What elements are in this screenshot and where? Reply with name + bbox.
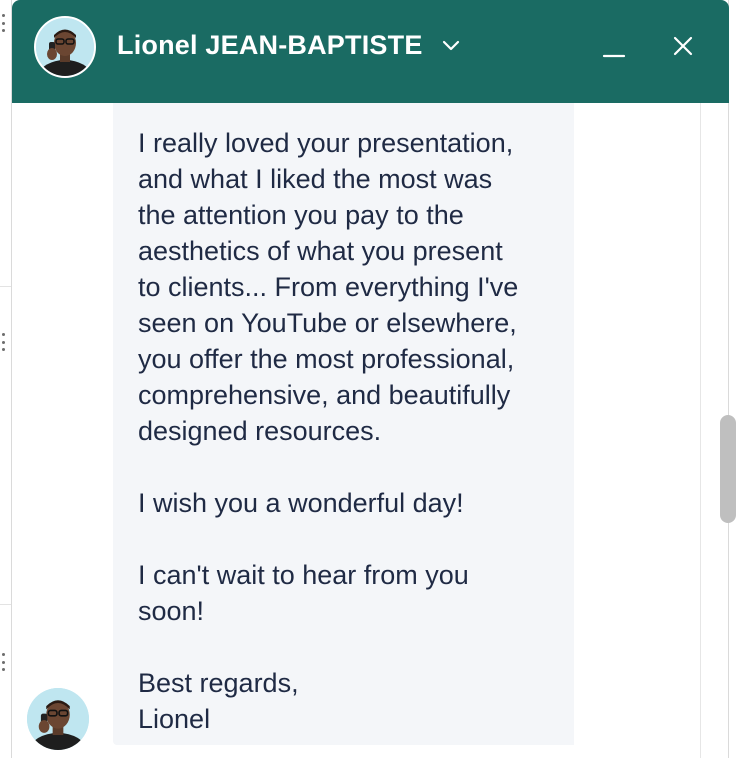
chat-header[interactable]: Lionel JEAN-BAPTISTE <box>12 0 729 103</box>
contact-name[interactable]: Lionel JEAN-BAPTISTE <box>117 30 423 61</box>
drag-handle-icon[interactable] <box>1 333 5 351</box>
avatar[interactable] <box>34 16 96 78</box>
drag-handle-icon[interactable] <box>1 653 5 671</box>
expand-button[interactable] <box>433 28 469 64</box>
avatar-icon <box>27 688 89 750</box>
minimize-button[interactable] <box>596 28 632 64</box>
divider <box>0 286 11 287</box>
chevron-down-icon <box>442 40 460 51</box>
background-page-edge <box>0 0 11 758</box>
message-text: I really loved your presentation, and wh… <box>138 128 519 734</box>
close-button[interactable] <box>665 28 701 64</box>
scrollbar[interactable] <box>700 103 736 758</box>
chat-window: Lionel JEAN-BAPTISTE I really loved your… <box>11 0 736 758</box>
divider <box>0 604 11 605</box>
avatar-icon <box>36 18 94 76</box>
close-icon <box>673 36 693 56</box>
minimize-icon <box>602 54 626 58</box>
message-list[interactable]: I really loved your presentation, and wh… <box>12 103 700 758</box>
scrollbar-thumb[interactable] <box>720 415 736 523</box>
sender-avatar[interactable] <box>27 688 89 750</box>
drag-handle-icon[interactable] <box>1 14 5 32</box>
